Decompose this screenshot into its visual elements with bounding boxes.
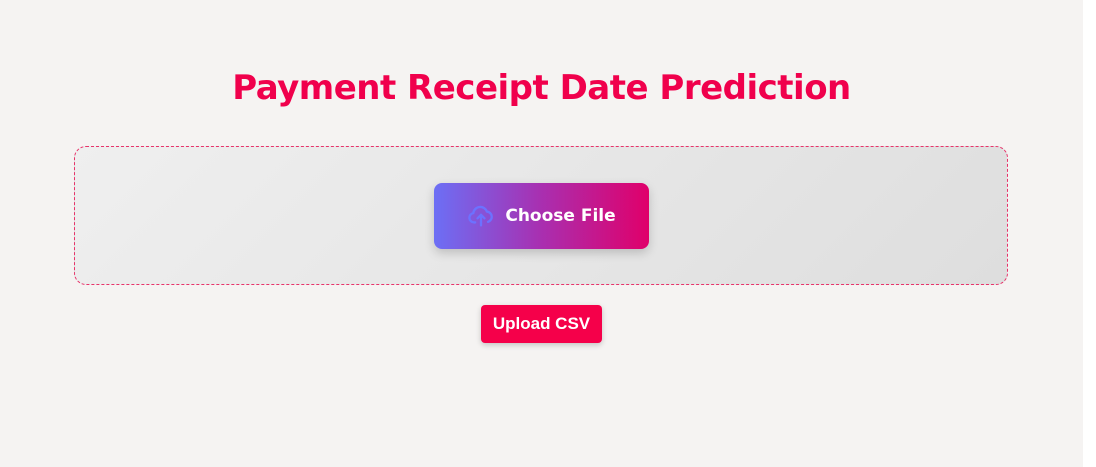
upload-csv-button[interactable]: Upload CSV: [481, 305, 602, 343]
page-container: Payment Receipt Date Prediction Choose F…: [0, 0, 1083, 467]
file-drop-zone[interactable]: Choose File: [74, 146, 1008, 285]
page-title: Payment Receipt Date Prediction: [232, 68, 851, 108]
cloud-upload-icon: [468, 205, 494, 227]
choose-file-button[interactable]: Choose File: [434, 183, 649, 249]
choose-file-label: Choose File: [505, 206, 616, 226]
